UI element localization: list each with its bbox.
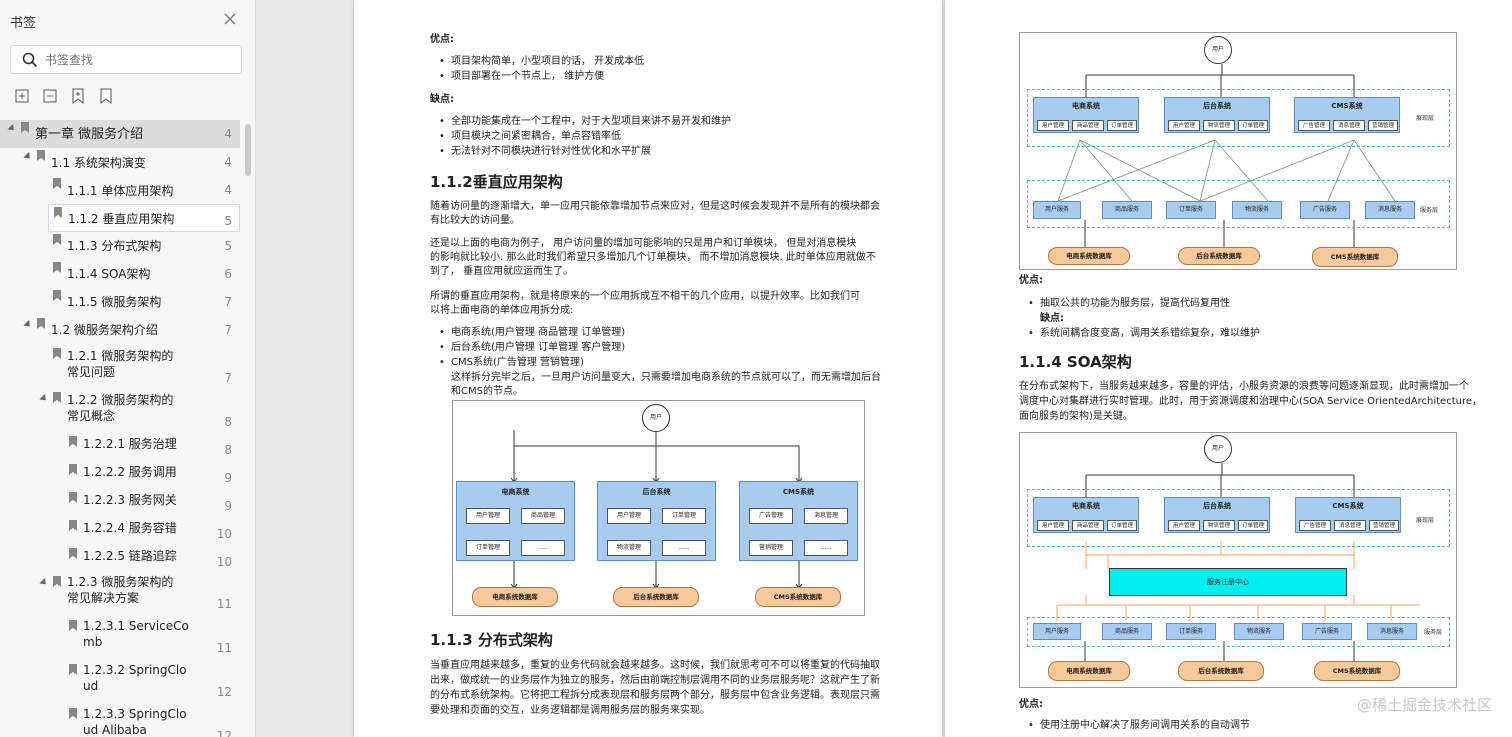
bookmark-search[interactable] [10,45,242,74]
bookmark-icon [69,664,77,675]
pdf-reader: 书签 第一章 微服务介绍 4 1.1 系统架构演变 4 [0,0,1512,737]
bookmark-icon[interactable] [98,88,114,105]
expand-all-icon[interactable] [14,88,30,104]
system-node: 后台系统 用户管理 订单管理 物流管理 ...... [597,481,716,561]
system-node: 后台系统 用户管理 物流管理 订单管理 [1164,497,1270,533]
bookmark-sidebar: 书签 第一章 微服务介绍 4 1.1 系统架构演变 4 [0,0,256,737]
search-input[interactable] [45,50,235,70]
document-page-left: 优点: 项目架构简单，小型项目的话， 开发成本低 项目部署在一个节点上， 维护方… [354,0,942,737]
bookmark-icon [53,234,61,245]
bookmark-icon [69,708,77,719]
toc-item[interactable]: 1.2.2.2 服务调用 9 [0,462,240,490]
toc-item[interactable]: 1.2.3.1 ServiceCo mb 11 [0,618,240,662]
bookmark-icon [69,520,77,531]
sidebar-scrollbar[interactable] [245,124,251,176]
bookmark-icon [53,576,61,587]
bookmark-icon [53,262,61,273]
bookmark-icon [69,620,77,631]
soa-architecture-diagram: 用户 展现层 电商系统 用户管理 商品管理 订单管理 后台系统 用户管理 物流管… [1019,432,1457,688]
service-registry: 服务注册中心 [1109,568,1347,596]
bookmark-icon [53,178,61,189]
toc-item[interactable]: 1.1.2 垂直应用架构 5 [48,204,240,232]
toc-item[interactable]: 1.1.1 单体应用架构 4 [0,176,240,204]
toc-item[interactable]: 1.2.1 微服务架构的 常见问题 7 [0,346,240,390]
toc-item[interactable]: 1.2.2.3 服务网关 9 [0,490,240,518]
toc-item[interactable]: 1.2.3.2 SpringClo ud 12 [0,662,240,706]
collapse-arrow-icon[interactable] [39,577,49,588]
collapse-arrow-icon[interactable] [23,319,33,330]
toc-item[interactable]: 第一章 微服务介绍 4 [0,120,240,148]
heading: 1.1.3 分布式架构 [430,631,553,649]
document-page-right: 用户 展现层 电商系统 用户管理 商品管理 订单管理 后台系统 用户管理 物流管… [945,0,1512,737]
collapse-arrow-icon[interactable] [23,151,33,162]
distributed-architecture-diagram: 用户 展现层 电商系统 用户管理 商品管理 订单管理 后台系统 用户管理 物流管… [1019,32,1457,270]
bookmark-icon [69,492,77,503]
collapse-all-icon[interactable] [42,88,58,104]
collapse-arrow-icon[interactable] [39,393,49,404]
bookmark-icon [69,548,77,559]
system-node: 后台系统 用户管理 物流管理 订单管理 [1164,97,1270,133]
toc-item[interactable]: 1.1 系统架构演变 4 [0,148,240,176]
toc-item[interactable]: 1.2.2.1 服务治理 8 [0,434,240,462]
bookmark-icon [53,348,61,359]
close-icon[interactable] [223,12,237,26]
toc-item[interactable]: 1.2.2 微服务架构的 常见概念 8 [0,390,240,434]
bookmark-icon [53,392,61,403]
system-node: CMS系统 广告管理 消息管理 营销管理 [1295,497,1401,533]
bookmark-icon [53,290,61,301]
system-node: 电商系统 用户管理 商品管理 订单管理 [1033,497,1139,533]
system-node: 电商系统 用户管理 商品管理 订单管理 [1033,97,1139,133]
vertical-architecture-diagram: 用户 电商系统 用户管理 商品管理 订单管理 ...... 后台系统 用户管理 … [452,400,865,616]
heading: 1.1.4 SOA架构 [1019,353,1132,371]
system-node: 电商系统 用户管理 商品管理 订单管理 ...... [456,481,575,561]
sidebar-title: 书签 [10,16,37,31]
toc-item[interactable]: 1.2.3 微服务架构的 常见解决方案 11 [0,574,240,618]
system-node: CMS系统 广告管理 消息管理 营销管理 ...... [739,481,858,561]
toc-item[interactable]: 1.2.3.3 SpringClo ud Alibaba 12 [0,706,240,737]
diagram-connectors [1057,64,1396,247]
heading: 1.1.2垂直应用架构 [430,173,563,191]
bookmark-icon [21,122,29,133]
watermark: @稀土掘金技术社区 [1356,696,1492,714]
toc-item[interactable]: 1.1.5 微服务架构 7 [0,288,240,316]
toc-item[interactable]: 1.2.2.4 服务容错 10 [0,518,240,546]
toc-item[interactable]: 1.2.2.5 链路追踪 10 [0,546,240,574]
bookmark-icon [37,318,45,329]
system-node: CMS系统 广告管理 消息管理 营销管理 [1294,97,1400,133]
diagram-connectors [1056,463,1420,661]
toc-item[interactable]: 1.1.3 分布式架构 5 [0,232,240,260]
toc-item[interactable]: 1.1.4 SOA架构 6 [0,260,240,288]
toc-item[interactable]: 1.2 微服务架构介绍 7 [0,316,240,344]
bookmark-icon [37,150,45,161]
add-bookmark-icon[interactable] [70,88,86,105]
bookmark-icon [54,207,62,218]
bookmark-icon [69,436,77,447]
collapse-arrow-icon[interactable] [7,123,17,134]
search-icon [22,52,38,68]
bookmark-icon [69,464,77,475]
